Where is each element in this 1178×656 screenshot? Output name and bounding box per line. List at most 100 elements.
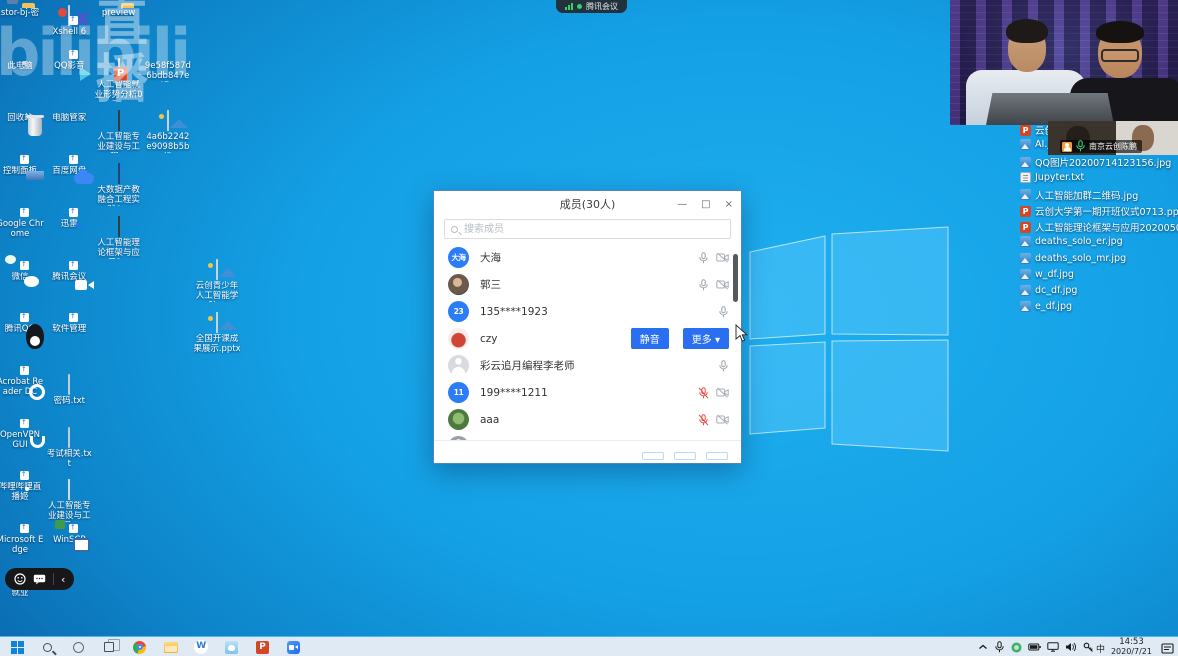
desktop-icon--txt[interactable]: 考试相关.txt [45, 428, 93, 469]
chat-icon[interactable] [33, 570, 46, 589]
member-action-button[interactable]: 静音 [631, 328, 669, 349]
desktop-file-item[interactable]: 人工智能理论框架与应用20200506.pptx [1020, 220, 1178, 234]
desktop-icon--txt[interactable]: 密码.txt [45, 375, 93, 406]
member-actions [698, 279, 729, 291]
desktop-icon--[interactable]: 软件管理 [45, 322, 93, 334]
desktop-icon--[interactable]: 控制面板 [0, 164, 44, 176]
cam-off-icon[interactable] [716, 414, 729, 425]
desktop-icon--[interactable]: 迅雷 [45, 217, 93, 229]
desktop-icon-label: Google Chrome [0, 219, 44, 239]
desktop-icon--[interactable]: 哔哩哔哩直播姬 [0, 480, 44, 502]
desktop-file-item[interactable]: QQ图片20200714123156.jpg [1020, 155, 1171, 169]
desktop-icon-4a6b2242e9098b5bad5-[interactable]: 4a6b2242e9098b5bad5... [144, 111, 192, 153]
shortcut-arrow-icon [20, 419, 29, 428]
tray-volume-icon[interactable] [1065, 642, 1077, 652]
desktop-icon-acrobat-reader-dc[interactable]: Acrobat Reader DC [0, 375, 44, 397]
minimize-button[interactable]: — [677, 199, 687, 210]
meeting-status-pill[interactable]: 腾讯会议 [556, 0, 627, 13]
cam-off-icon[interactable] [716, 387, 729, 398]
desktop-icon--[interactable]: 微信 [0, 270, 44, 282]
desktop-icon--qq[interactable]: 腾讯QQ [0, 322, 44, 334]
taskbar-start-icon[interactable] [4, 637, 30, 656]
action-center-icon[interactable] [1161, 640, 1174, 656]
cam-off-icon[interactable] [716, 279, 729, 290]
desktop-icon-winscp[interactable]: WinSCP [45, 533, 93, 545]
member-row[interactable]: czy 静音更多 ▾ [434, 325, 741, 352]
dialog-titlebar[interactable]: 成员(30人) — □ × [434, 191, 741, 217]
member-row[interactable] [434, 433, 741, 440]
desktop-icon--[interactable]: 电脑管家 [45, 111, 93, 123]
taskbar-qqimg-icon[interactable] [219, 637, 245, 656]
mic-icon[interactable] [718, 360, 729, 372]
tray-chevron-up-icon[interactable] [977, 643, 988, 651]
taskbar-clock[interactable]: 14:53 2020/7/21 [1111, 638, 1152, 656]
desktop-icon-microsoft-edge[interactable]: Microsoft Edge [0, 533, 44, 555]
taskbar-txmeeting-icon[interactable] [280, 637, 306, 656]
member-avatar: 11 [448, 382, 469, 403]
member-row[interactable]: 大海 大海 [434, 244, 741, 271]
tray-display-icon[interactable] [1047, 642, 1059, 652]
member-row[interactable]: 彩云追月编程李老师 [434, 352, 741, 379]
desktop-icon--0-[interactable]: 大数据产教融合工程实践0... [95, 164, 143, 206]
desktop-file-item[interactable]: e_df.jpg [1020, 301, 1072, 312]
desktop-icon--[interactable]: 云创青少年人工智能学院... [193, 260, 241, 302]
scrollbar-thumb[interactable] [733, 254, 738, 302]
desktop-file-item[interactable]: deaths_solo_er.jpg [1020, 236, 1123, 247]
member-row[interactable]: 11 199****1211 [434, 379, 741, 406]
desktop-icon-label: 人工智能专业建设与工程.. [45, 501, 93, 522]
desktop-icon--[interactable]: 百度网盘 [45, 164, 93, 176]
desktop-icon-glyph [118, 163, 120, 184]
clock-date: 2020/7/21 [1111, 647, 1152, 656]
tray-battery-icon[interactable] [1028, 643, 1041, 651]
member-search-box[interactable] [444, 219, 731, 239]
emoji-icon[interactable] [14, 570, 26, 589]
collapse-chevron-icon[interactable]: ‹ [61, 574, 65, 585]
member-row[interactable]: 23 135****1923 [434, 298, 741, 325]
mic-off-icon[interactable] [698, 414, 709, 426]
tray-shield-icon[interactable] [1011, 642, 1022, 653]
desktop-icon--2-[interactable]: 人工智能理论框架与应用2... [95, 217, 143, 259]
mic-icon[interactable] [698, 279, 709, 291]
cam-off-icon[interactable] [716, 252, 729, 263]
close-button[interactable]: × [725, 199, 733, 210]
member-row[interactable]: 郭三 [434, 271, 741, 298]
taskbar-search-icon[interactable] [35, 637, 61, 656]
desktop-file-item[interactable]: w_df.jpg [1020, 269, 1074, 280]
tray-mic-icon[interactable] [994, 641, 1005, 653]
mic-off-icon[interactable] [698, 387, 709, 399]
desktop-file-item[interactable]: Jupyter.txt [1020, 172, 1084, 183]
desktop-icon--[interactable]: 腾讯会议 [45, 270, 93, 282]
desktop-icon--[interactable]: 人工智能专业建设与工程... [95, 111, 143, 153]
desktop-file-item[interactable]: 人工智能加群二维码.jpg [1020, 188, 1138, 202]
desktop-icon-openvpn-gui[interactable]: OpenVPN GUI [0, 428, 44, 450]
member-name: aaa [480, 414, 698, 426]
desktop-icon-glyph [68, 374, 70, 395]
taskbar-wps-icon[interactable] [188, 637, 214, 656]
desktop-file-item[interactable]: 云创大学第一期开班仪式0713.pptx [1020, 204, 1178, 218]
footer-button[interactable] [674, 452, 696, 460]
desktop-icon--[interactable]: 回收站 [0, 111, 44, 123]
input-language-indicator[interactable]: 中 [1095, 642, 1106, 655]
footer-button[interactable] [706, 452, 728, 460]
taskbar-chrome-icon[interactable] [127, 637, 153, 656]
desktop-icon--[interactable]: 人工智能专业建设与工程.. [45, 480, 93, 522]
desktop-icon--pptx[interactable]: 全国开课成果展示.pptx [193, 313, 241, 354]
taskbar-cortana-icon[interactable] [65, 637, 91, 656]
footer-button[interactable] [642, 452, 664, 460]
shortcut-arrow-icon [20, 366, 29, 375]
mic-icon[interactable] [698, 252, 709, 264]
desktop-file-item[interactable]: deaths_solo_mr.jpg [1020, 253, 1126, 264]
taskbar-taskview-icon[interactable] [96, 637, 122, 656]
tray-key-icon[interactable] [1083, 642, 1094, 653]
mic-icon[interactable] [718, 306, 729, 318]
member-action-button[interactable]: 更多 ▾ [683, 328, 729, 349]
taskbar-ppt-icon[interactable] [250, 637, 276, 656]
search-input[interactable] [462, 223, 724, 236]
desktop-file-item[interactable]: dc_df.jpg [1020, 285, 1077, 296]
member-row[interactable]: aaa [434, 406, 741, 433]
desktop-icon-google-chrome[interactable]: Google Chrome [0, 217, 44, 239]
file-type-icon [1020, 222, 1031, 233]
taskbar-explorer-icon[interactable] [158, 637, 184, 656]
desktop-file-item[interactable]: AI.j [1020, 139, 1050, 150]
maximize-button[interactable]: □ [701, 199, 710, 210]
